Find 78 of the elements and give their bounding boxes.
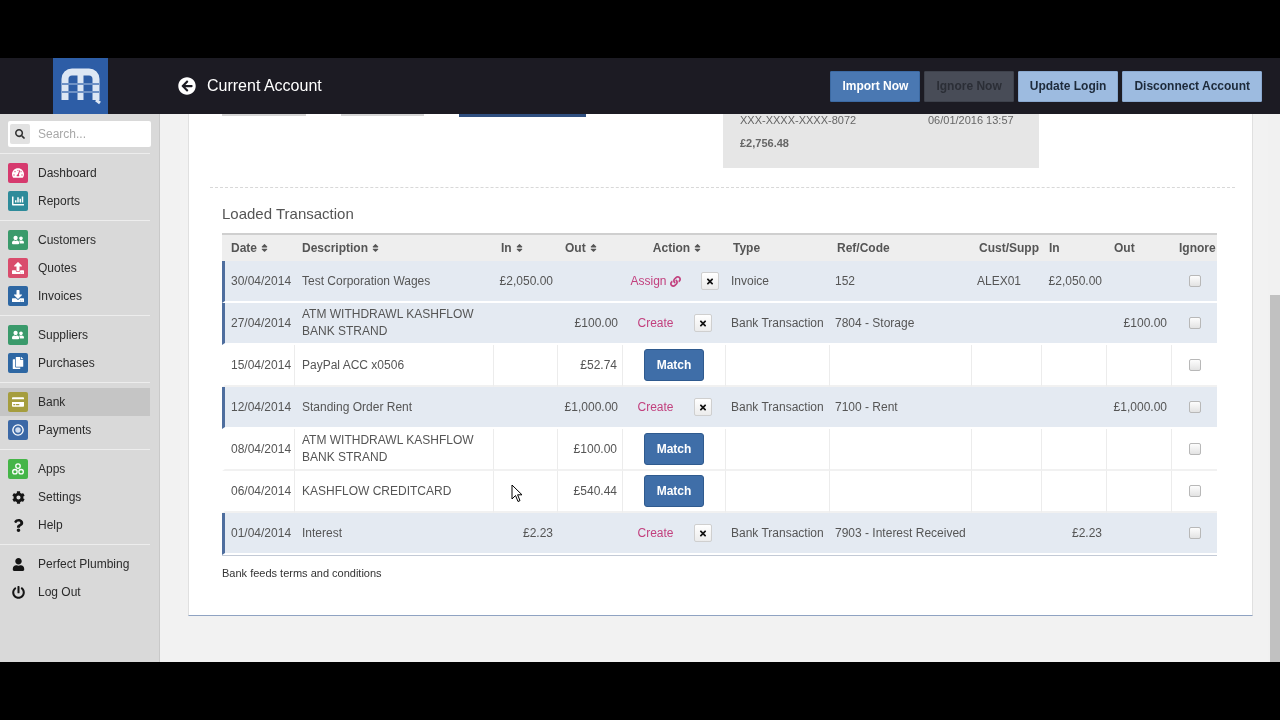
sort-icon — [372, 243, 379, 253]
sort-icon — [589, 243, 597, 253]
column-header: Ref/Code — [830, 233, 972, 261]
create-link[interactable]: Create — [637, 398, 674, 416]
column-header: In — [1042, 233, 1107, 261]
sidebar-item[interactable]: Help — [0, 511, 150, 539]
back-icon[interactable] — [178, 77, 196, 95]
ignore-checkbox[interactable] — [1188, 401, 1201, 414]
column-header: Cust/Supp — [972, 233, 1042, 261]
app-logo — [53, 58, 108, 114]
amount-in-cell: £2.23 — [1042, 513, 1107, 555]
match-button[interactable]: Match — [644, 475, 704, 507]
match-button[interactable]: Match — [644, 433, 704, 465]
ignore-checkbox[interactable] — [1188, 485, 1201, 498]
link-icon — [669, 275, 681, 287]
account-number: XXX-XXXX-XXXX-8072 — [740, 114, 858, 126]
match-button[interactable]: Match — [644, 349, 704, 381]
sidebar-item[interactable]: Apps — [0, 455, 150, 483]
sort-icon — [515, 243, 523, 253]
create-link[interactable]: Create — [637, 524, 674, 542]
sidebar-item[interactable]: Customers — [0, 226, 150, 254]
dismiss-button[interactable] — [693, 398, 712, 416]
search-icon — [10, 124, 30, 144]
ignore-checkbox[interactable] — [1188, 317, 1201, 330]
header-button[interactable]: Update Login — [1017, 70, 1119, 102]
header-button[interactable]: Disconnect Account — [1122, 70, 1262, 102]
user-icon — [11, 557, 25, 571]
page-title: Current Account — [207, 77, 322, 95]
settings-icon — [11, 490, 25, 504]
scrollbar-thumb[interactable] — [1270, 295, 1280, 662]
sort-icon — [261, 243, 268, 253]
balance-amount: £2,756.48 — [740, 137, 789, 149]
sort-icon — [694, 243, 702, 253]
ignore-checkbox[interactable] — [1188, 359, 1201, 372]
ref-code-cell: 7903 - Interest Received — [830, 513, 972, 555]
sidebar-item[interactable]: Reports — [0, 187, 150, 215]
column-header: Ignore — [1172, 233, 1217, 261]
dismiss-button[interactable] — [693, 524, 712, 542]
mouse-pointer-icon — [511, 484, 523, 503]
search-field[interactable]: Search... — [8, 121, 151, 147]
column-header[interactable]: Date — [222, 233, 295, 261]
sidebar-item[interactable]: Payments — [0, 416, 150, 444]
power-icon — [11, 585, 25, 599]
amount-in-cell: £2.23 — [494, 513, 558, 555]
dismiss-button[interactable] — [693, 314, 712, 332]
close-icon — [698, 318, 707, 328]
type-cell: Bank Transaction — [726, 513, 830, 555]
column-header[interactable]: Description — [295, 233, 494, 261]
dismiss-button[interactable] — [700, 272, 719, 290]
sidebar-item[interactable]: Bank — [0, 388, 150, 416]
terms-link[interactable]: Bank feeds terms and conditions — [222, 566, 382, 580]
last-updated-time: 06/01/2016 13:57 — [928, 114, 1014, 126]
sidebar-item[interactable]: Quotes — [0, 254, 150, 282]
create-link[interactable]: Create — [637, 314, 674, 332]
column-header: Type — [726, 233, 830, 261]
sidebar-item[interactable]: Suppliers — [0, 321, 150, 349]
date-cell: 01/04/2014 — [222, 513, 295, 555]
column-header[interactable]: In — [494, 233, 558, 261]
close-icon — [698, 528, 707, 538]
sidebar-item[interactable]: Invoices — [0, 282, 150, 310]
ignore-checkbox[interactable] — [1188, 275, 1201, 288]
section-title: Loaded Transaction — [222, 205, 355, 223]
sidebar-item[interactable]: Dashboard — [0, 159, 150, 187]
column-header: Out — [1107, 233, 1172, 261]
close-icon — [698, 402, 707, 412]
assign-link[interactable]: Assign — [630, 272, 681, 290]
close-icon — [705, 276, 714, 286]
ignore-checkbox[interactable] — [1188, 443, 1201, 456]
help-icon — [11, 518, 25, 532]
column-header[interactable]: Action — [623, 233, 726, 261]
sidebar-item[interactable]: Perfect Plumbing — [0, 550, 150, 578]
header-button[interactable]: Import Now — [830, 70, 921, 102]
ignore-checkbox[interactable] — [1188, 527, 1201, 540]
sidebar-item[interactable]: Log Out — [0, 578, 150, 606]
description-cell: Interest — [295, 513, 494, 555]
sidebar-item[interactable]: Purchases — [0, 349, 150, 377]
column-header[interactable]: Out — [558, 233, 623, 261]
sidebar-item[interactable]: Settings — [0, 483, 150, 511]
